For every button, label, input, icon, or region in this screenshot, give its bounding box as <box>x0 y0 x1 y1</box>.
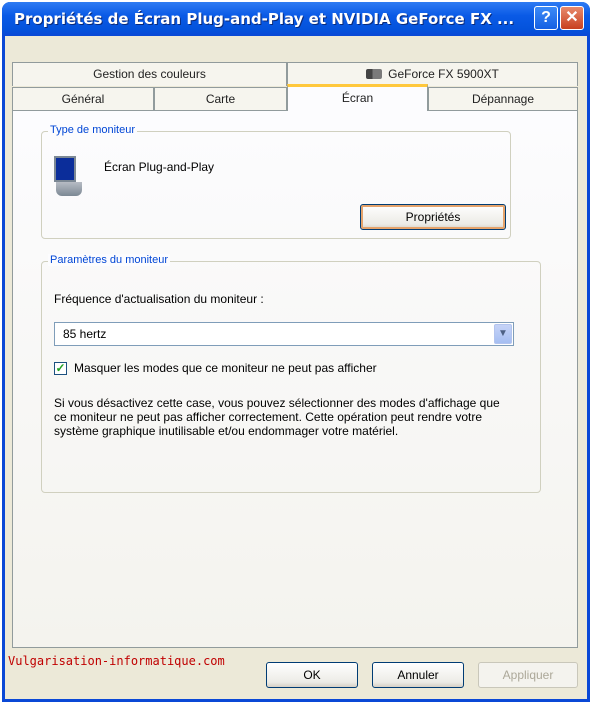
monitor-name: Écran Plug-and-Play <box>104 160 215 174</box>
tab-troubleshoot[interactable]: Dépannage <box>428 87 578 111</box>
tab-label: Dépannage <box>471 92 535 106</box>
close-icon[interactable]: ✕ <box>560 6 584 30</box>
tab-general[interactable]: Général <box>12 87 154 111</box>
tab-adapter[interactable]: Carte <box>154 87 287 111</box>
dropdown-arrow-icon[interactable]: ▼ <box>494 324 512 344</box>
refresh-rate-label: Fréquence d'actualisation du moniteur : <box>54 292 264 306</box>
monitor-type-group: Type de moniteur Écran Plug-and-Play Pro… <box>41 124 511 239</box>
tab-screen[interactable]: Écran <box>287 84 428 111</box>
warning-text: Si vous désactivez cette case, vous pouv… <box>54 396 500 438</box>
tab-label: Carte <box>205 92 236 106</box>
monitor-properties-button[interactable]: Propriétés <box>360 204 506 230</box>
hide-modes-checkbox[interactable]: ✓ <box>54 362 67 375</box>
tab-panel: Type de moniteur Écran Plug-and-Play Pro… <box>12 110 578 648</box>
tab-label: GeForce FX 5900XT <box>388 67 499 81</box>
tab-label: Gestion des couleurs <box>93 67 206 81</box>
window-title: Propriétés de Écran Plug-and-Play et NVI… <box>14 10 515 28</box>
tab-label: Écran <box>341 91 374 105</box>
graphics-card-icon <box>366 69 383 79</box>
apply-button[interactable]: Appliquer <box>478 662 578 688</box>
hide-modes-label: Masquer les modes que ce moniteur ne peu… <box>74 361 377 375</box>
refresh-rate-value: 85 hertz <box>63 327 107 341</box>
monitor-settings-legend: Paramètres du moniteur <box>48 254 170 266</box>
tab-row-back: Gestion des couleurs GeForce FX 5900XT <box>12 62 578 86</box>
ok-button[interactable]: OK <box>266 662 358 688</box>
tab-row-front: Général Carte Écran Dépannage <box>12 84 578 111</box>
watermark: Vulgarisation-informatique.com <box>8 654 225 668</box>
tab-color-management[interactable]: Gestion des couleurs <box>12 62 287 86</box>
help-icon[interactable]: ? <box>534 6 558 30</box>
tab-label: Général <box>61 92 105 106</box>
refresh-rate-select[interactable]: 85 hertz ▼ <box>54 322 514 346</box>
cancel-button[interactable]: Annuler <box>372 662 464 688</box>
tab-geforce[interactable]: GeForce FX 5900XT <box>287 62 578 86</box>
monitor-icon <box>54 156 84 196</box>
monitor-type-legend: Type de moniteur <box>48 124 137 136</box>
checkmark-icon: ✓ <box>55 361 66 375</box>
monitor-settings-group: Paramètres du moniteur Fréquence d'actua… <box>41 254 541 493</box>
title-bar[interactable]: Propriétés de Écran Plug-and-Play et NVI… <box>2 2 590 36</box>
